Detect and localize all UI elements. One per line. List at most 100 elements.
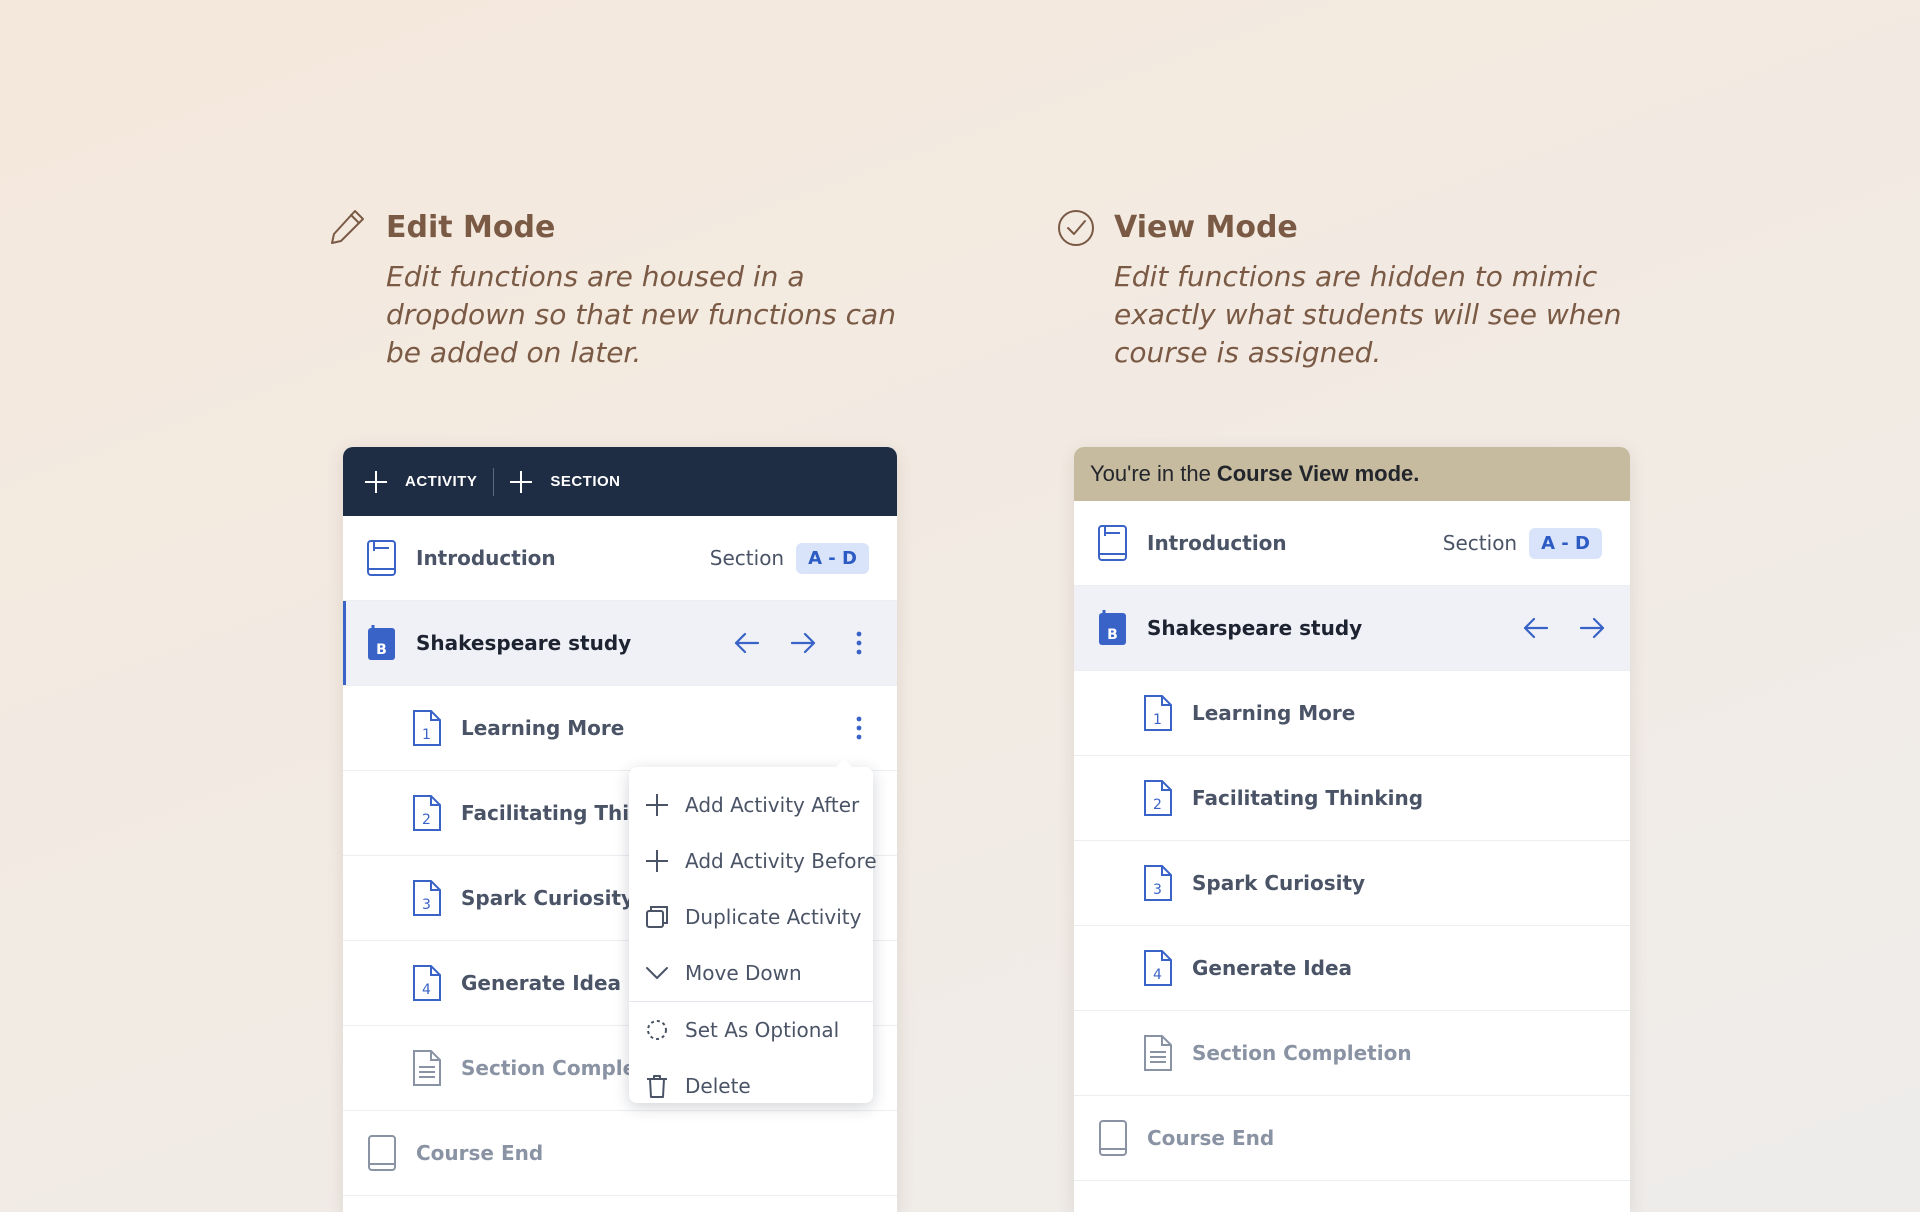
section-more-button[interactable]: [841, 625, 877, 661]
section-row[interactable]: B Shakespeare study: [343, 601, 897, 686]
row-label: Spark Curiosity: [461, 886, 635, 910]
activity-more-button[interactable]: [841, 710, 877, 746]
section-badge: A - D: [1529, 527, 1602, 559]
more-vertical-icon: [856, 716, 862, 740]
menu-item-set-as-optional[interactable]: Set As Optional: [629, 1002, 873, 1058]
section-book-icon: B: [368, 625, 395, 660]
row-label: Generate Idea: [1192, 956, 1353, 980]
row-label: Learning More: [1192, 701, 1356, 725]
row-label: Generate Idea: [461, 971, 622, 995]
section-actions: [709, 625, 877, 661]
next-button[interactable]: [1574, 610, 1610, 646]
activity-row[interactable]: 3 Spark Curiosity: [1074, 841, 1630, 926]
section-tag-label: Section: [1442, 531, 1518, 555]
activity-row[interactable]: 4 Generate Idea: [1074, 926, 1630, 1011]
activity-doc-icon: 2: [1144, 780, 1172, 816]
menu-item-add-activity-before[interactable]: Add Activity Before: [629, 833, 877, 889]
menu-item-move-down[interactable]: Move Down: [629, 945, 873, 1001]
svg-text:4: 4: [422, 982, 431, 998]
canvas: Edit Mode Edit functions are housed in a…: [0, 0, 1920, 1212]
activity-row[interactable]: 1 Learning More: [1074, 671, 1630, 756]
menu-item-label: Add Activity Before: [685, 849, 877, 873]
activity-doc-icon: 3: [1144, 865, 1172, 901]
view-mode-title: View Mode: [1114, 210, 1298, 245]
activity-row[interactable]: 2 Facilitating Thinking: [1074, 756, 1630, 841]
plus-icon: [510, 470, 533, 493]
svg-text:2: 2: [1153, 797, 1162, 813]
section-completion-row[interactable]: Section Completion: [1074, 1011, 1630, 1096]
section-tag-label: Section: [709, 546, 785, 570]
edit-mode-description: Edit functions are housed in a dropdown …: [386, 260, 896, 369]
add-section-label: SECTION: [550, 473, 621, 490]
dashed-circle-icon: [647, 1020, 667, 1040]
activity-doc-icon: 4: [413, 965, 441, 1001]
add-activity-button[interactable]: ACTIVITY: [363, 447, 477, 516]
move-right-button[interactable]: [785, 625, 821, 661]
edit-mode-title: Edit Mode: [386, 210, 556, 245]
move-left-button[interactable]: [729, 625, 765, 661]
plus-icon: [646, 850, 668, 872]
row-label: Spark Curiosity: [1192, 871, 1366, 895]
row-label: Introduction: [416, 546, 556, 570]
svg-text:1: 1: [422, 727, 431, 743]
svg-text:B: B: [376, 642, 387, 658]
svg-text:2: 2: [422, 812, 431, 828]
activity-actions: [821, 710, 877, 746]
activity-options-menu: Add Activity After Add Activity Before D…: [629, 759, 877, 1103]
course-view-banner: You're in the Course View mode.: [1074, 447, 1630, 501]
menu-item-add-activity-after[interactable]: Add Activity After: [629, 777, 873, 833]
menu-item-delete[interactable]: Delete: [629, 1058, 873, 1114]
menu-item-label: Add Activity After: [685, 793, 860, 817]
closed-book-icon: [368, 1135, 396, 1171]
row-label: Course End: [416, 1141, 544, 1165]
menu-item-label: Set As Optional: [685, 1018, 840, 1042]
menu-item-label: Move Down: [685, 961, 802, 985]
arrow-right-icon: [790, 632, 816, 654]
activity-doc-icon: 4: [1144, 950, 1172, 986]
row-label: Shakespeare study: [1147, 616, 1363, 640]
check-circle-icon: [1058, 210, 1094, 246]
activity-doc-icon: 1: [413, 710, 441, 746]
document-lines-icon: [413, 1050, 441, 1086]
row-label: Course End: [1147, 1126, 1275, 1150]
edit-mode-heading: Edit Mode Edit functions are housed in a…: [328, 206, 896, 376]
banner-prefix: You're in the: [1090, 461, 1211, 486]
row-label: Facilitating Think: [461, 801, 657, 825]
course-end-row[interactable]: Course End: [343, 1111, 897, 1196]
view-mode-heading: View Mode Edit functions are hidden to m…: [1056, 206, 1626, 376]
row-label: Learning More: [461, 716, 625, 740]
view-mode-description: Edit functions are hidden to mimic exact…: [1114, 260, 1622, 369]
svg-text:3: 3: [422, 897, 431, 913]
row-label: Facilitating Thinking: [1192, 786, 1424, 810]
edit-toolbar: ACTIVITY SECTION: [343, 447, 897, 516]
introduction-row[interactable]: Introduction Section A - D: [1074, 501, 1630, 586]
section-badge: A - D: [796, 542, 869, 574]
plus-icon: [646, 794, 668, 816]
banner-emphasis: Course View mode.: [1216, 461, 1420, 486]
section-tag: Section A - D: [1442, 527, 1602, 559]
previous-button[interactable]: [1518, 610, 1554, 646]
closed-book-icon: [1099, 1120, 1127, 1156]
course-end-row[interactable]: Course End: [1074, 1096, 1630, 1181]
section-actions: [1498, 610, 1610, 646]
trash-icon: [647, 1075, 667, 1098]
activity-doc-icon: 1: [1144, 695, 1172, 731]
menu-item-duplicate-activity[interactable]: Duplicate Activity: [629, 889, 873, 945]
introduction-row[interactable]: Introduction Section A - D: [343, 516, 897, 601]
arrow-left-icon: [1523, 617, 1549, 639]
svg-text:3: 3: [1153, 882, 1162, 898]
section-tag: Section A - D: [709, 542, 869, 574]
toolbar-divider: [493, 467, 495, 496]
svg-text:4: 4: [1153, 967, 1162, 983]
more-vertical-icon: [856, 631, 862, 655]
section-row[interactable]: B Shakespeare study: [1074, 586, 1630, 671]
chevron-down-icon: [646, 967, 668, 979]
row-label: Section Completion: [1192, 1041, 1412, 1065]
add-activity-label: ACTIVITY: [405, 473, 478, 490]
activity-row[interactable]: 1 Learning More: [343, 686, 897, 771]
section-book-icon: B: [1099, 610, 1126, 645]
duplicate-icon: [646, 906, 668, 928]
svg-text:B: B: [1107, 627, 1118, 643]
add-section-button[interactable]: SECTION: [508, 447, 620, 516]
activity-doc-icon: 3: [413, 880, 441, 916]
